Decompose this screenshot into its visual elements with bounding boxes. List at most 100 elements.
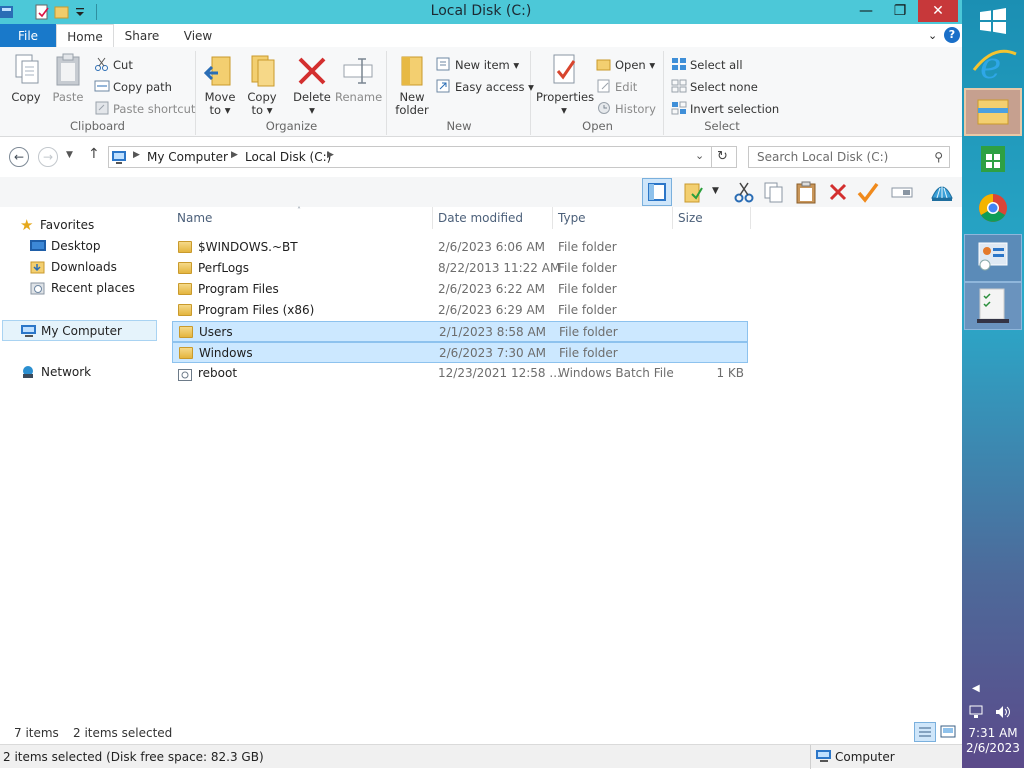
move-to-label-2: to ▾ <box>209 103 231 117</box>
file-row[interactable]: Program Files (x86) 2/6/2023 6:29 AM File … <box>172 300 748 321</box>
breadcrumb-separator-icon[interactable]: ▶ <box>327 150 334 160</box>
delete-dropdown-icon[interactable]: ▾ <box>291 104 333 117</box>
search-input[interactable]: Search Local Disk (C:) ⚲ <box>748 146 950 168</box>
nav-recent-places[interactable]: Recent places <box>0 278 150 298</box>
move-to-button[interactable]: Move to ▾ <box>201 53 239 117</box>
taskbar-internet-explorer[interactable]: e <box>964 40 1022 88</box>
paste-button[interactable]: Paste <box>48 53 88 104</box>
address-bar[interactable]: ▶ My Computer ▶ Local Disk (C:) ▶ ⌄ <box>108 146 712 168</box>
delete-button[interactable]: Delete ▾ <box>291 53 333 117</box>
paste-shortcut-button[interactable]: Paste shortcut <box>94 99 195 119</box>
taskbar-control-panel[interactable] <box>964 234 1022 282</box>
tab-file[interactable]: File <box>0 24 56 48</box>
nav-my-computer[interactable]: My Computer <box>2 320 157 341</box>
help-icon[interactable]: ? <box>944 27 960 43</box>
column-divider[interactable] <box>672 207 673 229</box>
file-row[interactable]: Windows 2/6/2023 7:30 AM File folder <box>172 342 748 363</box>
new-folder-button[interactable]: New folder <box>392 53 432 117</box>
open-button[interactable]: Open ▾ <box>596 55 655 75</box>
network-tray-icon[interactable] <box>968 704 986 720</box>
cut-button[interactable]: Cut <box>94 55 133 75</box>
file-row[interactable]: Users 2/1/2023 8:58 AM File folder <box>172 321 748 342</box>
back-button[interactable]: ← <box>9 147 29 167</box>
nav-desktop[interactable]: Desktop <box>0 236 150 256</box>
easy-access-button[interactable]: Easy access ▾ <box>436 77 534 97</box>
column-header-name[interactable]: Name <box>177 211 212 229</box>
refresh-button[interactable]: ↻ <box>711 146 737 168</box>
file-name: Program Files <box>198 282 279 296</box>
column-header-size[interactable]: Size <box>678 211 703 229</box>
close-button[interactable]: ✕ <box>918 0 958 22</box>
taskbar-chrome[interactable] <box>964 184 1022 232</box>
history-button[interactable]: History <box>596 99 656 119</box>
recent-locations-dropdown[interactable]: ▼ <box>66 150 78 164</box>
toolbar-delete-button[interactable] <box>826 180 850 204</box>
column-divider[interactable] <box>750 207 751 229</box>
folder-options-dropdown[interactable]: ▼ <box>712 186 719 196</box>
volume-tray-icon[interactable] <box>994 704 1012 720</box>
nav-network[interactable]: Network <box>0 362 150 382</box>
copy-to-button[interactable]: Copy to ▾ <box>243 53 281 117</box>
up-button[interactable]: ↑ <box>88 146 102 166</box>
forward-button[interactable]: → <box>38 147 58 167</box>
invert-selection-button[interactable]: Invert selection <box>671 99 779 119</box>
minimize-button[interactable]: — <box>850 0 882 22</box>
toolbar-properties-button[interactable] <box>856 180 880 204</box>
select-none-button[interactable]: Select none <box>671 77 758 97</box>
file-row[interactable]: $WINDOWS.~BT 2/6/2023 6:06 AM File folder <box>172 237 748 258</box>
copy-path-icon <box>94 79 110 93</box>
nav-downloads[interactable]: Downloads <box>0 257 150 277</box>
details-view-button[interactable] <box>914 722 936 742</box>
folder-icon <box>178 283 192 295</box>
file-row[interactable]: Program Files 2/6/2023 6:22 AM File folder <box>172 279 748 300</box>
clock[interactable]: 7:31 AM 2/6/2023 <box>962 726 1024 756</box>
search-icon[interactable]: ⚲ <box>934 150 943 164</box>
breadcrumb-separator-icon[interactable]: ▶ <box>231 150 238 160</box>
file-name: PerfLogs <box>198 261 250 275</box>
copy-button[interactable]: Copy <box>6 53 46 104</box>
copy-icon <box>764 182 783 203</box>
breadcrumb-my-computer[interactable]: My Computer <box>147 150 228 164</box>
column-header-type[interactable]: Type <box>558 211 586 229</box>
toolbar-paste-button[interactable] <box>794 180 818 204</box>
column-divider[interactable] <box>432 207 433 229</box>
file-row[interactable]: reboot 12/23/2021 12:58 ... Windows Batch … <box>172 363 748 384</box>
new-item-button[interactable]: New item ▾ <box>436 55 519 75</box>
title-bar[interactable]: Local Disk (C:) — ❐ ✕ <box>0 0 962 24</box>
address-history-dropdown[interactable]: ⌄ <box>695 149 704 162</box>
status-bar: 2 items selected (Disk free space: 82.3 … <box>0 744 962 769</box>
rename-button[interactable]: Rename <box>335 53 382 104</box>
column-divider[interactable] <box>552 207 553 229</box>
taskbar-store[interactable] <box>964 136 1022 184</box>
toolbar-cut-button[interactable] <box>732 180 756 204</box>
maximize-button[interactable]: ❐ <box>884 0 916 22</box>
recent-places-icon <box>30 281 46 295</box>
preview-pane-button[interactable] <box>642 178 672 206</box>
collapse-ribbon-icon[interactable]: ⌄ <box>928 29 942 43</box>
folder-options-button[interactable] <box>682 180 706 204</box>
properties-button[interactable]: Properties ▾ <box>536 53 594 117</box>
select-all-button[interactable]: Select all <box>671 55 743 75</box>
tab-view[interactable]: View <box>176 24 220 48</box>
edit-button[interactable]: Edit <box>596 77 637 97</box>
nav-favorites[interactable]: ★ Favorites <box>0 215 150 235</box>
breadcrumb-local-disk[interactable]: Local Disk (C:) <box>245 150 331 164</box>
nav-network-label: Network <box>41 365 92 379</box>
copy-path-button[interactable]: Copy path <box>94 77 172 97</box>
large-icons-view-button[interactable] <box>938 722 958 742</box>
toolbar-copy-button[interactable] <box>762 180 786 204</box>
column-header-date[interactable]: Date modified <box>438 211 523 229</box>
tab-share[interactable]: Share <box>118 24 166 48</box>
toolbar-rename-button[interactable] <box>890 180 914 204</box>
show-hidden-icons-button[interactable]: ◀ <box>972 683 980 694</box>
start-button[interactable] <box>980 8 1006 34</box>
shell-icon <box>931 186 953 201</box>
file-row[interactable]: PerfLogs 8/22/2013 11:22 AM File folder <box>172 258 748 279</box>
properties-dropdown-icon[interactable]: ▾ <box>536 104 592 117</box>
taskbar-file-explorer[interactable] <box>964 88 1022 136</box>
file-date: 2/1/2023 8:58 AM <box>439 325 547 339</box>
toolbar-shell-button[interactable] <box>930 180 954 204</box>
properties-icon <box>548 53 580 87</box>
tab-home[interactable]: Home <box>56 24 114 49</box>
taskbar-task-manager[interactable] <box>964 282 1022 330</box>
